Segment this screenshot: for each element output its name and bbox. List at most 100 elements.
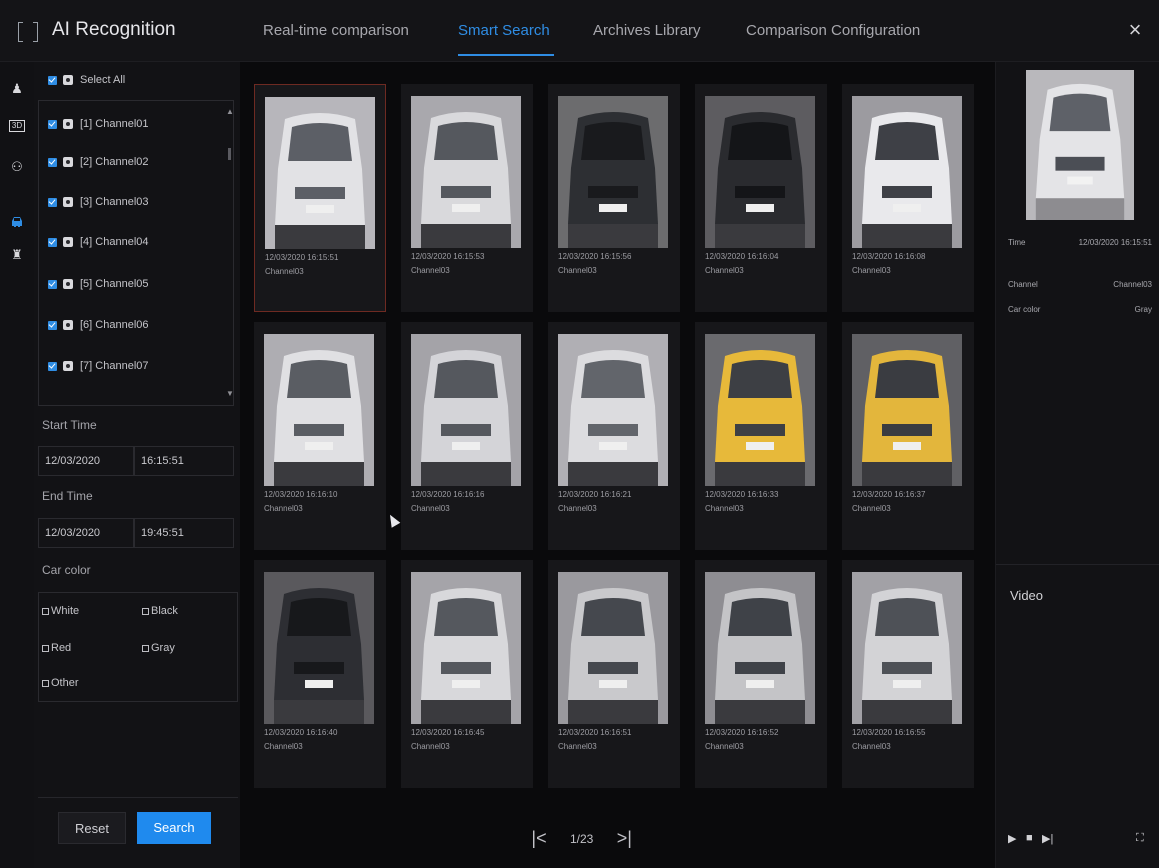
result-channel: Channel03 xyxy=(705,504,744,513)
pedestrian-icon[interactable]: ♜ xyxy=(9,246,25,264)
result-time: 12/03/2020 16:16:55 xyxy=(852,728,926,737)
color-option-gray[interactable]: Gray xyxy=(142,642,175,654)
checkbox-checked-icon xyxy=(48,320,57,330)
3d-icon[interactable]: 3D xyxy=(9,120,25,132)
result-card[interactable]: 12/03/2020 16:16:04 Channel03 xyxy=(695,84,827,312)
channel-item[interactable]: [2] Channel02 xyxy=(48,152,149,172)
result-card[interactable]: 12/03/2020 16:16:16 Channel03 xyxy=(401,322,533,550)
channel-icon xyxy=(63,237,73,247)
channel-item[interactable]: [1] Channel01 xyxy=(48,114,149,134)
result-channel: Channel03 xyxy=(411,266,450,275)
channel-item[interactable]: [6] Channel06 xyxy=(48,315,149,335)
result-card[interactable]: 12/03/2020 16:16:08 Channel03 xyxy=(842,84,974,312)
pagination: |< 1/23 >| xyxy=(528,828,635,849)
select-all-checkbox[interactable]: Select All xyxy=(48,70,125,90)
checkbox-checked-icon xyxy=(48,237,57,247)
color-label: White xyxy=(51,605,80,617)
face-compare-icon[interactable]: ⚇ xyxy=(9,158,25,176)
result-card[interactable]: 12/03/2020 16:16:37 Channel03 xyxy=(842,322,974,550)
ai-recognition-icon xyxy=(18,22,38,42)
tab-smart-search[interactable]: Smart Search xyxy=(458,22,550,39)
car-icon[interactable] xyxy=(9,214,25,232)
car-icon-graphic xyxy=(12,217,22,227)
result-card[interactable]: 12/03/2020 16:16:52 Channel03 xyxy=(695,560,827,788)
channel-item[interactable]: [3] Channel03 xyxy=(48,192,149,212)
channel-list-scrollbar[interactable]: ▲ ▼ xyxy=(226,108,234,398)
car-snapshot xyxy=(264,334,374,486)
last-page-icon[interactable]: >| xyxy=(613,828,635,849)
result-card[interactable]: 12/03/2020 16:16:45 Channel03 xyxy=(401,560,533,788)
result-channel: Channel03 xyxy=(264,504,303,513)
color-label: Gray xyxy=(151,642,175,654)
result-channel: Channel03 xyxy=(411,504,450,513)
channel-icon xyxy=(63,75,73,85)
result-card[interactable]: 12/03/2020 16:16:21 Channel03 xyxy=(548,322,680,550)
result-card[interactable]: 12/03/2020 16:15:53 Channel03 xyxy=(401,84,533,312)
active-tab-indicator xyxy=(458,54,554,56)
result-card[interactable]: 12/03/2020 16:15:51 Channel03 xyxy=(254,84,386,312)
result-time: 12/03/2020 16:15:56 xyxy=(558,252,632,261)
car-snapshot-image xyxy=(264,334,374,486)
result-card[interactable]: 12/03/2020 16:16:55 Channel03 xyxy=(842,560,974,788)
start-clock-input[interactable]: 16:15:51 xyxy=(134,446,234,476)
mode-rail: ♟ 3D ⚇ ♜ xyxy=(0,62,34,868)
tab-real-time-comparison[interactable]: Real-time comparison xyxy=(263,22,409,39)
color-label: Red xyxy=(51,642,72,654)
car-snapshot xyxy=(264,572,374,724)
app-title: AI Recognition xyxy=(52,19,176,40)
checkbox-checked-icon xyxy=(48,361,57,371)
result-card[interactable]: 12/03/2020 16:16:10 Channel03 xyxy=(254,322,386,550)
tab-archives-library[interactable]: Archives Library xyxy=(593,22,701,39)
channel-item[interactable]: [4] Channel04 xyxy=(48,232,149,252)
tab-comparison-configuration[interactable]: Comparison Configuration xyxy=(746,22,920,39)
fullscreen-icon[interactable]: ⛶ xyxy=(1136,832,1144,845)
stop-icon[interactable]: ■ xyxy=(1026,832,1033,844)
play-icon[interactable]: ▶ xyxy=(1008,832,1016,845)
end-date-input[interactable]: 12/03/2020 xyxy=(38,518,134,548)
car-snapshot-image xyxy=(852,96,962,248)
channel-item[interactable]: [7] Channel07 xyxy=(48,356,149,376)
color-option-white[interactable]: White xyxy=(42,605,79,617)
end-time-label: End Time xyxy=(42,489,93,503)
close-icon[interactable]: × xyxy=(1122,16,1148,44)
car-snapshot-image xyxy=(705,572,815,724)
result-time: 12/03/2020 16:16:33 xyxy=(705,490,779,499)
person-icon[interactable]: ♟ xyxy=(9,80,25,98)
result-card[interactable]: 12/03/2020 16:16:40 Channel03 xyxy=(254,560,386,788)
detail-snapshot xyxy=(1026,70,1134,220)
scroll-down-icon[interactable]: ▼ xyxy=(226,390,234,398)
color-option-other[interactable]: Other xyxy=(42,677,79,689)
checkbox-empty-icon xyxy=(42,607,49,615)
next-frame-icon[interactable]: ▶| xyxy=(1042,832,1053,845)
result-card[interactable]: 12/03/2020 16:15:56 Channel03 xyxy=(548,84,680,312)
result-channel: Channel03 xyxy=(558,504,597,513)
car-color-label: Car color xyxy=(42,563,91,577)
result-card[interactable]: 12/03/2020 16:16:51 Channel03 xyxy=(548,560,680,788)
color-option-black[interactable]: Black xyxy=(142,605,178,617)
start-date-input[interactable]: 12/03/2020 xyxy=(38,446,134,476)
detail-color-row: Car color Gray xyxy=(1008,305,1152,314)
checkbox-empty-icon xyxy=(42,679,49,687)
search-button[interactable]: Search xyxy=(137,812,211,844)
result-card[interactable]: 12/03/2020 16:16:33 Channel03 xyxy=(695,322,827,550)
reset-button[interactable]: Reset xyxy=(58,812,126,844)
car-snapshot-image xyxy=(558,334,668,486)
select-all-label: Select All xyxy=(80,74,126,86)
end-clock-input[interactable]: 19:45:51 xyxy=(134,518,234,548)
first-page-icon[interactable]: |< xyxy=(528,828,550,849)
checkbox-empty-icon xyxy=(42,644,49,652)
result-channel: Channel03 xyxy=(852,266,891,275)
channel-label: [5] Channel05 xyxy=(80,278,149,290)
color-option-red[interactable]: Red xyxy=(42,642,71,654)
scroll-thumb[interactable] xyxy=(228,148,231,160)
car-snapshot xyxy=(705,96,815,248)
scroll-up-icon[interactable]: ▲ xyxy=(226,108,234,116)
car-snapshot-image xyxy=(852,572,962,724)
result-channel: Channel03 xyxy=(411,742,450,751)
car-snapshot xyxy=(558,334,668,486)
channel-item[interactable]: [5] Channel05 xyxy=(48,274,149,294)
car-snapshot xyxy=(852,96,962,248)
result-time: 12/03/2020 16:16:21 xyxy=(558,490,632,499)
checkbox-checked-icon xyxy=(48,279,57,289)
checkbox-checked-icon xyxy=(48,75,57,85)
